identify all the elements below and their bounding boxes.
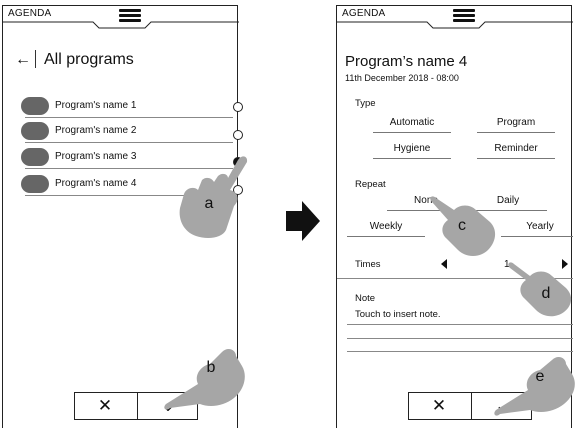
top-bar: AGENDA [337,6,573,29]
type-label: Type [355,98,376,109]
program-name: Program's name 3 [55,151,137,162]
hand-pointer-icon [494,357,575,416]
note-label: Note [355,293,376,304]
callout-letter: d [541,285,551,302]
program-row[interactable]: Program's name 2 [21,122,243,143]
program-icon [21,97,49,115]
callout-letter: b [206,359,216,376]
option-underline [477,158,555,159]
close-button[interactable]: ✕ [409,396,469,416]
type-option-hygiene[interactable]: Hygiene [373,143,451,154]
repeat-label: Repeat [355,179,386,190]
callout-letter: e [535,368,545,385]
option-underline [477,132,555,133]
menu-icon[interactable] [453,9,475,24]
page-title: All programs [44,51,134,68]
radio-button[interactable] [233,102,243,112]
times-label: Times [355,259,381,270]
app-label: AGENDA [8,8,52,19]
type-option-reminder[interactable]: Reminder [477,143,555,154]
program-title: Program’s name 4 [345,53,468,70]
hand-pointer-icon [164,349,245,410]
program-date: 11th December 2018 - 08:00 [345,73,459,83]
repeat-option-yearly[interactable]: Yearly [501,221,579,232]
back-separator [35,50,36,68]
program-icon [21,148,49,166]
option-underline [501,236,573,237]
next-step-arrow-icon [286,201,320,241]
program-icon [21,122,49,140]
row-divider [25,142,233,143]
top-bar: AGENDA [3,6,239,29]
program-name: Program's name 1 [55,100,137,111]
note-input[interactable]: Touch to insert note. [355,309,441,320]
callout-letter: c [458,217,466,234]
callout-letter: a [204,195,214,212]
repeat-option-weekly[interactable]: Weekly [347,221,425,232]
radio-button[interactable] [233,130,243,140]
program-name: Program's name 2 [55,125,137,136]
option-underline [373,132,451,133]
decrement-arrow-icon[interactable] [441,259,447,269]
program-icon [21,175,49,193]
app-label: AGENDA [342,8,386,19]
close-button[interactable]: ✕ [75,396,135,416]
option-underline [347,236,425,237]
type-option-program[interactable]: Program [477,117,555,128]
row-divider [25,117,233,118]
option-underline [373,158,451,159]
note-line [347,324,573,325]
menu-icon[interactable] [119,9,141,24]
program-row[interactable]: Program's name 1 [21,97,243,118]
program-name: Program's name 4 [55,178,137,189]
type-option-automatic[interactable]: Automatic [373,117,451,128]
note-line [347,338,573,339]
back-arrow-icon[interactable]: ← [15,52,31,68]
